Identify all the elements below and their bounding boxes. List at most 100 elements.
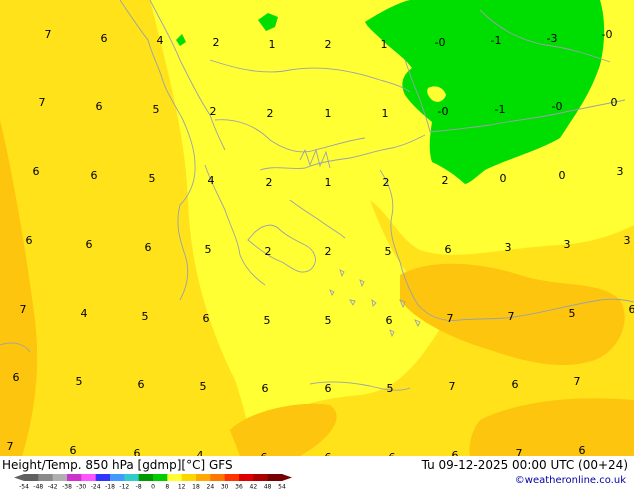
temp-value-label: 6 <box>629 303 634 316</box>
temp-value-label: 6 <box>262 382 269 395</box>
temp-value-label: 4 <box>197 449 204 456</box>
colorbar-swatch <box>153 474 168 481</box>
temp-value-label: 5 <box>385 245 392 258</box>
temp-value-label: 6 <box>512 378 519 391</box>
colorbar-tick-label: 36 <box>235 484 243 490</box>
colorbar-tick-label: 18 <box>192 484 200 490</box>
temp-value-label: 3 <box>505 241 512 254</box>
temp-value-label: 6 <box>91 169 98 182</box>
colorbar-swatches <box>14 474 292 481</box>
colorbar-swatch <box>210 474 225 481</box>
temp-value-label: 5 <box>205 243 212 256</box>
temp-value-label: 4 <box>81 307 88 320</box>
temp-value-label: 5 <box>200 380 207 393</box>
temp-value-label: 2 <box>325 38 332 51</box>
temp-value-label: 6 <box>26 234 33 247</box>
colorbar-swatch <box>38 474 53 481</box>
temp-value-label: -1 <box>491 34 502 47</box>
colorbar-ticks: -54 -48 -42 -38 -30 -24 -18 -12 -8 0 8 12 18 24 30 36 42… <box>19 484 286 490</box>
colorbar-tick-label: 12 <box>178 484 186 490</box>
temp-value-label: 4 <box>208 174 215 187</box>
temp-value-label: -0 <box>438 105 449 118</box>
temp-value-label: 5 <box>149 172 156 185</box>
colorbar-swatch <box>167 474 182 481</box>
colorbar-tick-label: -12 <box>119 484 129 490</box>
colorbar-tick-label: 24 <box>207 484 215 490</box>
temp-value-label: 5 <box>142 310 149 323</box>
temp-value-label: 6 <box>386 314 393 327</box>
temp-value-label: 0 <box>611 96 618 109</box>
temp-value-label: 7 <box>449 380 456 393</box>
colorbar-tick-label: 0 <box>151 484 155 490</box>
colorbar-tick-label: -18 <box>105 484 115 490</box>
temp-value-label: 2 <box>267 107 274 120</box>
colorbar-swatch <box>253 474 268 481</box>
temp-value-label: 7 <box>508 310 515 323</box>
temp-value-label: 2 <box>442 174 449 187</box>
temp-value-label: 6 <box>138 378 145 391</box>
temp-value-label: 7 <box>447 312 454 325</box>
temp-value-label: 2 <box>325 245 332 258</box>
temp-value-label: 3 <box>564 238 571 251</box>
colorbar-swatch <box>52 474 68 481</box>
temp-value-label: 2 <box>213 36 220 49</box>
temp-value-label: 6 <box>33 165 40 178</box>
colorbar-swatch <box>138 474 154 481</box>
colorbar-swatch <box>81 474 96 481</box>
colorbar-tick-label: -24 <box>91 484 101 490</box>
colorbar-swatch <box>181 474 197 481</box>
temp-value-label: 5 <box>387 382 394 395</box>
temp-value-label: 6 <box>445 243 452 256</box>
colorbar-swatch <box>239 474 254 481</box>
temp-value-label: 1 <box>325 176 332 189</box>
temp-value-label: 1 <box>269 38 276 51</box>
map-footer: Height/Temp. 850 hPa [gdmp][°C] GFS Tu 0… <box>0 456 634 490</box>
colorbar-tick-label: -30 <box>76 484 86 490</box>
colorbar-swatch <box>267 474 283 481</box>
temp-value-label: 6 <box>452 449 459 456</box>
colorbar-tick-label: 54 <box>278 484 286 490</box>
colorbar-tick-label: 8 <box>165 484 169 490</box>
temp-value-label: -1 <box>495 103 506 116</box>
colorbar-tick-label: 30 <box>221 484 229 490</box>
temp-value-label: -0 <box>435 36 446 49</box>
temp-value-label: 2 <box>266 176 273 189</box>
map-datetime: Tu 09-12-2025 00:00 UTC (00+24) <box>421 458 628 472</box>
temp-value-label: 6 <box>579 444 586 456</box>
site-credit[interactable]: ©weatheronline.co.uk <box>515 475 626 486</box>
colorbar-arrow-left <box>14 474 24 481</box>
temp-value-label: 2 <box>210 105 217 118</box>
colorbar-tick-label: -48 <box>33 484 43 490</box>
temp-value-label: 5 <box>569 307 576 320</box>
temp-value-label: 5 <box>264 314 271 327</box>
colorbar-swatch <box>67 474 82 481</box>
temp-value-label: 1 <box>381 38 388 51</box>
temp-value-label: 6 <box>145 241 152 254</box>
temp-value-label: 1 <box>382 107 389 120</box>
colorbar-swatch <box>224 474 240 481</box>
temp-value-label: -0 <box>552 100 563 113</box>
temp-value-label: 2 <box>383 176 390 189</box>
temp-value-label: 0 <box>500 172 507 185</box>
temp-value-label: 7 <box>516 447 523 456</box>
temp-value-label: 7 <box>45 28 52 41</box>
colorbar-tick-label: -54 <box>19 484 29 490</box>
colorbar-swatch <box>196 474 211 481</box>
colorbar-swatch <box>24 474 39 481</box>
temp-value-label: 1 <box>325 107 332 120</box>
temp-value-label: 5 <box>76 375 83 388</box>
colorbar-arrow-right <box>282 474 292 481</box>
colorbar-tick-label: -42 <box>48 484 58 490</box>
map-title: Height/Temp. 850 hPa [gdmp][°C] GFS <box>2 458 233 472</box>
temp-value-label: 7 <box>574 375 581 388</box>
temp-value-label: 7 <box>7 440 14 453</box>
temp-value-label: 0 <box>559 169 566 182</box>
temp-value-label: 5 <box>153 103 160 116</box>
weather-map: 7 6 4 2 1 2 1 -0 -1 -3 -0 7 6 5 2 2 1 1 -0 -1 -0 0 6 6 5 4 2 1 2 2 0 0 3… <box>0 0 634 456</box>
temp-value-label: 6 <box>203 312 210 325</box>
colorbar-swatch <box>124 474 139 481</box>
temp-value-label: 6 <box>101 32 108 45</box>
map-canvas: 7 6 4 2 1 2 1 -0 -1 -3 -0 7 6 5 2 2 1 1 -0 -1 -0 0 6 6 5 4 2 1 2 2 0 0 3… <box>0 0 634 456</box>
temp-value-label: 4 <box>157 34 164 47</box>
colorbar-tick-label: -38 <box>62 484 72 490</box>
